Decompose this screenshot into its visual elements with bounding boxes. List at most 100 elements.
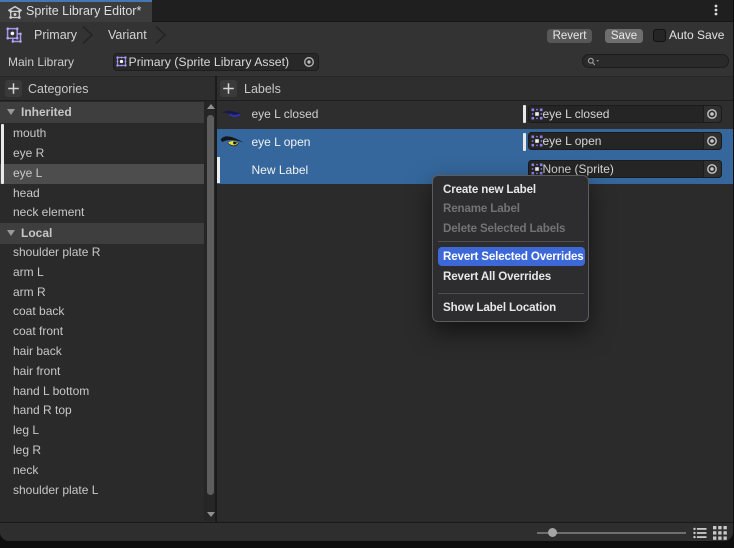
panel-headers: Categories Labels	[0, 76, 733, 101]
category-label: shoulder plate L	[13, 481, 98, 501]
bottom-bar	[0, 522, 733, 541]
menu-item-show-label-location[interactable]: Show Label Location	[438, 298, 585, 317]
scrollbar-up-arrow-icon[interactable]	[207, 104, 215, 109]
breadcrumb-separator-icon	[82, 26, 94, 44]
category-item[interactable]: mouth	[0, 124, 204, 144]
scrollbar-down-arrow-icon[interactable]	[207, 512, 215, 517]
sprite-object-field[interactable]: eye L open	[528, 132, 722, 150]
main-library-row: Main Library Primary (Sprite Library Ass…	[0, 48, 733, 76]
category-label: arm L	[13, 263, 44, 283]
category-item[interactable]: hair back	[0, 342, 204, 362]
sprite-icon	[531, 163, 543, 175]
category-group-local[interactable]: Local	[0, 223, 204, 244]
category-label: head	[13, 184, 40, 204]
sprite-library-asset-icon	[116, 56, 127, 67]
thumbnail-zoom-slider-handle[interactable]	[548, 528, 557, 537]
object-picker-icon[interactable]	[703, 106, 721, 122]
picker-target-icon	[706, 163, 718, 175]
categories-list: Inheritedmoutheye Reye Lheadneck element…	[0, 101, 204, 521]
category-item[interactable]: eye R	[0, 144, 204, 164]
label-name: New Label	[252, 157, 309, 185]
category-label: mouth	[13, 124, 46, 144]
menu-item-revert-selected-overrides[interactable]: Revert Selected Overrides	[438, 247, 585, 266]
menu-item-delete-selected-labels: Delete Selected Labels	[438, 219, 585, 238]
category-label: arm R	[13, 283, 46, 303]
category-item[interactable]: shoulder plate R	[0, 243, 204, 263]
add-category-button[interactable]	[5, 80, 22, 97]
scrollbar-thumb[interactable]	[207, 115, 215, 495]
object-picker-icon[interactable]	[703, 161, 721, 177]
sprite-library-editor-window: Sprite Library Editor*	[0, 0, 733, 541]
category-item[interactable]: shoulder plate L	[0, 481, 204, 501]
menu-item-create-new-label[interactable]: Create new Label	[438, 180, 585, 199]
category-item[interactable]: arm R	[0, 283, 204, 303]
menu-separator	[438, 241, 584, 242]
object-picker-icon[interactable]	[303, 56, 315, 68]
override-indicator	[523, 105, 526, 123]
category-override-indicator	[1, 124, 4, 184]
label-name: eye L closed	[252, 101, 319, 129]
breadcrumb-primary[interactable]: Primary	[34, 22, 77, 48]
category-item[interactable]: hand L bottom	[0, 382, 204, 402]
foldout-triangle-icon[interactable]	[7, 230, 15, 236]
tab-title: Sprite Library Editor*	[26, 0, 141, 22]
tab-sprite-library-editor[interactable]: Sprite Library Editor*	[0, 0, 152, 22]
category-item[interactable]: neck	[0, 461, 204, 481]
category-label: neck	[13, 461, 38, 481]
category-label: coat back	[13, 302, 64, 322]
revert-button[interactable]: Revert	[547, 29, 592, 43]
menu-separator	[438, 293, 584, 294]
category-item[interactable]: leg L	[0, 421, 204, 441]
list-view-icon[interactable]	[693, 527, 707, 539]
main-library-object-field[interactable]: Primary (Sprite Library Asset)	[113, 53, 319, 71]
override-indicator	[523, 133, 526, 151]
add-label-button[interactable]	[220, 80, 237, 97]
category-item[interactable]: eye L	[0, 164, 204, 184]
categories-scrollbar[interactable]	[204, 101, 216, 521]
grid-view-icon[interactable]	[713, 526, 727, 540]
foldout-triangle-icon[interactable]	[7, 109, 15, 115]
eye-open-sprite-thumbnail	[220, 133, 244, 153]
auto-save-checkbox[interactable]	[653, 29, 666, 42]
category-label: eye L	[13, 164, 42, 184]
category-item[interactable]: leg R	[0, 441, 204, 461]
category-label: hair back	[13, 342, 62, 362]
sprite-library-editor-icon	[7, 4, 23, 20]
object-picker-icon[interactable]	[703, 133, 721, 149]
category-item[interactable]: hand R top	[0, 401, 204, 421]
label-row[interactable]: eye L open eye L open	[217, 129, 733, 157]
category-item[interactable]: hair front	[0, 362, 204, 382]
category-item[interactable]: head	[0, 184, 204, 204]
category-label: Inherited	[21, 102, 72, 123]
category-group-inherited[interactable]: Inherited	[0, 102, 204, 123]
label-added-indicator	[217, 157, 220, 183]
context-menu: Create new LabelRename LabelDelete Selec…	[432, 175, 589, 322]
category-label: leg L	[13, 421, 39, 441]
picker-target-icon	[706, 108, 718, 120]
category-label: shoulder plate R	[13, 243, 100, 263]
category-item[interactable]: coat front	[0, 322, 204, 342]
save-button[interactable]: Save	[605, 29, 643, 43]
picker-target-icon	[706, 135, 718, 147]
sprite-object-field[interactable]: eye L closed	[528, 105, 722, 123]
category-label: coat front	[13, 322, 63, 342]
label-name: eye L open	[252, 129, 311, 157]
category-item[interactable]: neck element	[0, 203, 204, 223]
auto-save-label: Auto Save	[669, 22, 724, 48]
search-input[interactable]	[582, 54, 729, 68]
thumbnail-zoom-slider[interactable]	[537, 532, 686, 534]
category-item[interactable]: coat back	[0, 302, 204, 322]
sprite-object-value: eye L closed	[543, 106, 610, 122]
category-label: hand R top	[13, 401, 72, 421]
breadcrumb-variant[interactable]: Variant	[108, 22, 147, 48]
menu-item-revert-all-overrides[interactable]: Revert All Overrides	[438, 267, 585, 286]
main-library-label: Main Library	[8, 48, 74, 76]
kebab-menu-icon[interactable]	[710, 3, 722, 19]
label-row[interactable]: eye L closed eye L closed	[217, 101, 733, 129]
eye-closed-sprite-thumbnail	[220, 105, 244, 125]
category-label: eye R	[13, 144, 44, 164]
labels-header: Labels	[244, 77, 281, 101]
sprite-icon	[531, 135, 543, 147]
category-item[interactable]: arm L	[0, 263, 204, 283]
menu-item-rename-label: Rename Label	[438, 199, 585, 218]
